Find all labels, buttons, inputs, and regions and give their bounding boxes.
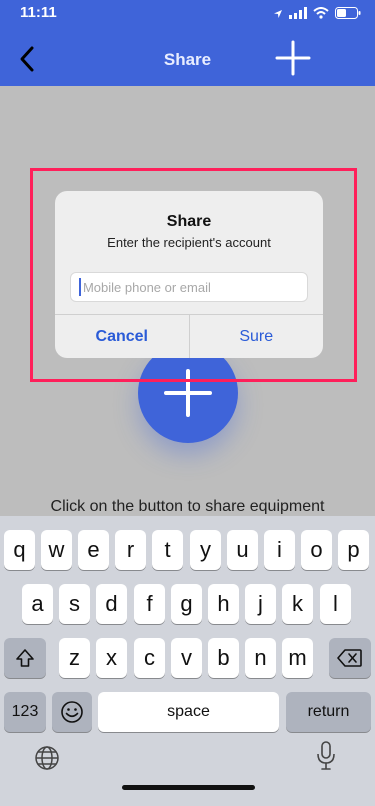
key-w[interactable]: w [41, 530, 72, 570]
key-c[interactable]: c [134, 638, 165, 678]
sure-button[interactable]: Sure [190, 315, 324, 358]
header: 11:11 Share [0, 0, 375, 86]
key-m[interactable]: m [282, 638, 313, 678]
key-g[interactable]: g [171, 584, 202, 624]
share-hint-text: Click on the button to share equipment [50, 498, 325, 514]
dictation-key[interactable] [316, 740, 336, 772]
key-q[interactable]: q [4, 530, 35, 570]
key-b[interactable]: b [208, 638, 239, 678]
home-indicator [122, 785, 255, 790]
location-arrow-icon [273, 6, 283, 24]
key-h[interactable]: h [208, 584, 239, 624]
signal-icon [289, 6, 307, 24]
share-dialog: Share Enter the recipient's account Canc… [55, 191, 323, 358]
recipient-account-field[interactable] [70, 272, 308, 302]
emoji-smiley-icon [61, 701, 83, 723]
globe-icon [35, 746, 59, 770]
wifi-icon [313, 6, 329, 24]
key-y[interactable]: y [190, 530, 221, 570]
text-cursor [79, 278, 81, 296]
key-v[interactable]: v [171, 638, 202, 678]
key-d[interactable]: d [96, 584, 127, 624]
emoji-key[interactable] [52, 692, 92, 732]
microphone-icon [317, 741, 335, 770]
key-f[interactable]: f [134, 584, 165, 624]
backspace-icon [337, 649, 362, 667]
shift-arrow-icon [16, 649, 34, 667]
key-o[interactable]: o [301, 530, 332, 570]
numbers-key[interactable]: 123 [4, 692, 46, 732]
key-p[interactable]: p [338, 530, 369, 570]
key-u[interactable]: u [227, 530, 258, 570]
plus-icon [275, 40, 311, 76]
key-e[interactable]: e [78, 530, 109, 570]
shift-key[interactable] [4, 638, 46, 678]
space-key[interactable]: space [98, 692, 279, 732]
key-s[interactable]: s [59, 584, 90, 624]
key-z[interactable]: z [59, 638, 90, 678]
key-i[interactable]: i [264, 530, 295, 570]
status-icons [273, 6, 361, 24]
battery-icon [335, 6, 361, 24]
backspace-key[interactable] [329, 638, 371, 678]
key-j[interactable]: j [245, 584, 276, 624]
recipient-account-input[interactable] [82, 279, 307, 295]
key-x[interactable]: x [96, 638, 127, 678]
status-time: 11:11 [20, 4, 57, 21]
key-r[interactable]: r [115, 530, 146, 570]
dialog-title: Share [166, 213, 212, 230]
key-n[interactable]: n [245, 638, 276, 678]
key-a[interactable]: a [22, 584, 53, 624]
dialog-actions: Cancel Sure [55, 314, 323, 358]
globe-key[interactable] [34, 745, 60, 771]
page-title: Share [163, 50, 212, 69]
return-key[interactable]: return [286, 692, 371, 732]
key-t[interactable]: t [152, 530, 183, 570]
add-button[interactable] [273, 38, 313, 78]
cancel-button[interactable]: Cancel [55, 315, 190, 358]
key-k[interactable]: k [282, 584, 313, 624]
key-l[interactable]: l [320, 584, 351, 624]
dialog-message: Enter the recipient's account [107, 235, 271, 250]
